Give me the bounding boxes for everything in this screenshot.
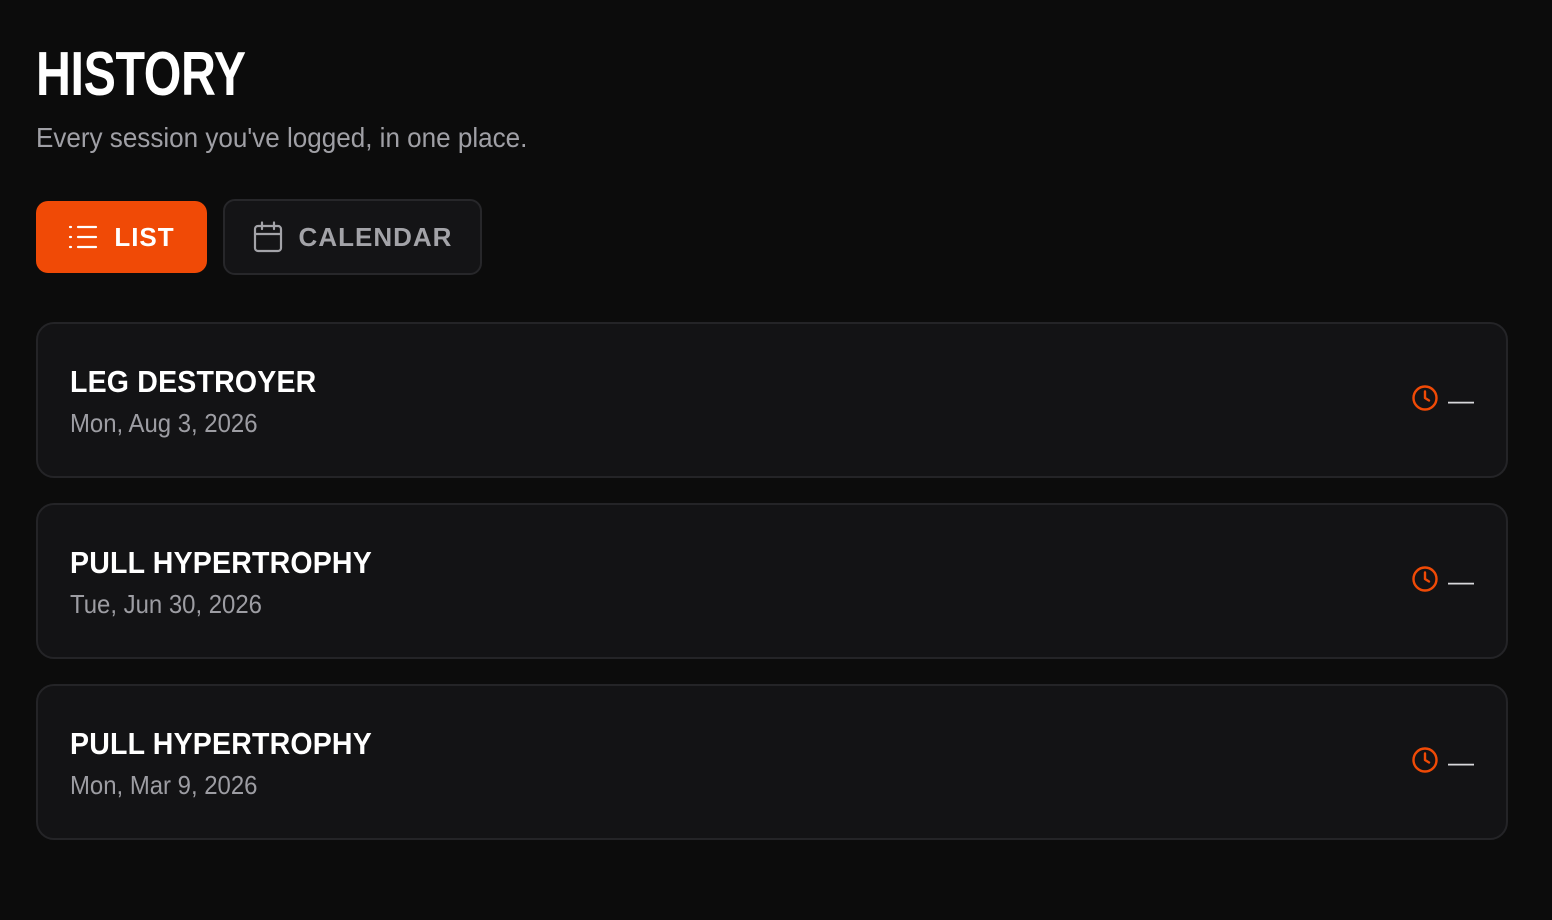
clock-icon [1410,383,1440,418]
calendar-icon [253,221,283,253]
session-name: PULL HYPERTROPHY [70,726,372,761]
clock-icon [1410,745,1440,780]
session-list: LEG DESTROYER Mon, Aug 3, 2026 — PULL HY… [36,322,1508,840]
session-card[interactable]: PULL HYPERTROPHY Mon, Mar 9, 2026 — [36,684,1508,840]
session-card[interactable]: PULL HYPERTROPHY Tue, Jun 30, 2026 — [36,503,1508,659]
calendar-view-button[interactable]: CALENDAR [223,199,482,275]
session-duration: — [1410,384,1474,416]
session-date: Mon, Mar 9, 2026 [70,770,258,800]
history-page: HISTORY Every session you've logged, in … [0,0,1552,920]
duration-value: — [1448,385,1474,415]
session-duration: — [1410,746,1474,778]
list-view-label: LIST [114,221,175,252]
list-view-button[interactable]: LIST [36,201,207,273]
session-name: PULL HYPERTROPHY [70,545,372,580]
page-title: HISTORY [36,40,246,109]
session-name: LEG DESTROYER [70,364,317,399]
session-date: Mon, Aug 3, 2026 [70,408,258,438]
duration-value: — [1448,747,1474,777]
session-duration: — [1410,565,1474,597]
list-icon [68,224,98,250]
calendar-view-label: CALENDAR [298,221,453,252]
clock-icon [1410,564,1440,599]
session-date: Tue, Jun 30, 2026 [70,589,262,619]
duration-value: — [1448,566,1474,596]
page-subtitle: Every session you've logged, in one plac… [36,122,528,153]
session-card[interactable]: LEG DESTROYER Mon, Aug 3, 2026 — [36,322,1508,478]
view-toggle: LIST CALENDAR [36,199,1508,275]
